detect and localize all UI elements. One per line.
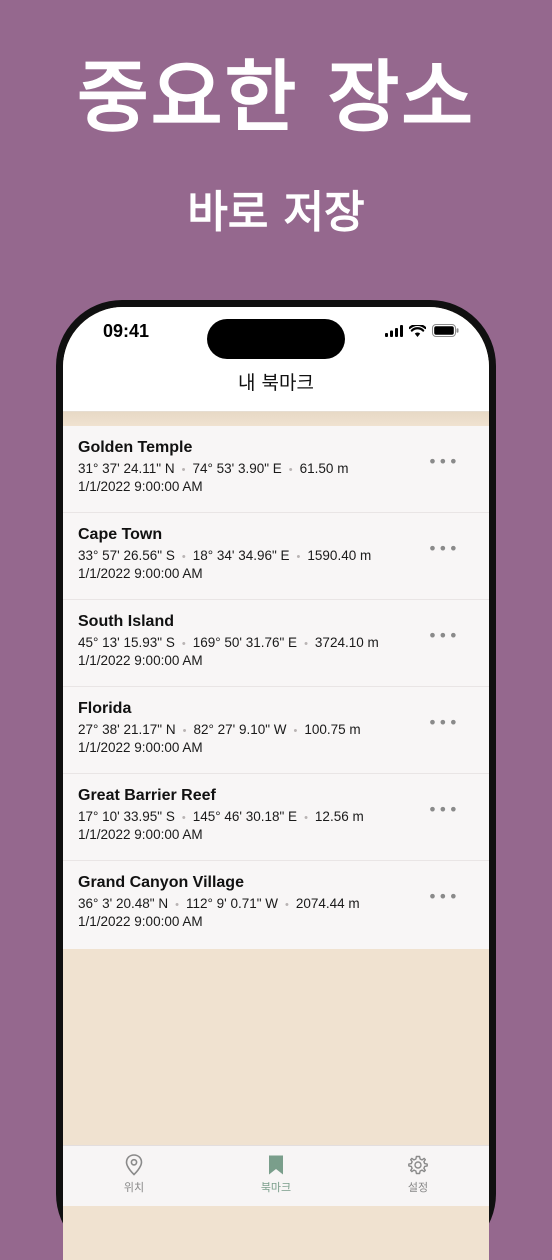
promo-subheadline: 바로 저장 — [187, 187, 365, 238]
bookmark-row[interactable]: Golden Temple 31° 37' 24.11" N • 74° 53' 3… — [63, 426, 489, 513]
page-title: 내 북마크 — [238, 372, 314, 394]
bookmark-coordinates: 45° 13' 15.93" S • 169° 50' 31.76" E • 3724.… — [78, 635, 379, 650]
separator-dot: • — [175, 899, 179, 911]
bookmark-row[interactable]: Grand Canyon Village 36° 3' 20.48" N • 112… — [63, 861, 489, 949]
status-time: 09:41 — [103, 321, 150, 341]
phone-screen: 09:41 내 북마크 Golden Temple 31° 37' 24.11"… — [63, 307, 489, 1260]
longitude: 82° 27' 9.10" W — [193, 722, 287, 737]
tab-settings[interactable]: 설정 — [347, 1146, 489, 1206]
bookmark-coordinates: 31° 37' 24.11" N • 74° 53' 3.90" E • 61.50 m — [78, 461, 348, 476]
tab-label: 북마크 — [260, 1181, 292, 1194]
battery-icon — [432, 324, 459, 337]
navigation-header: 내 북마크 — [63, 363, 489, 412]
signal-icon — [385, 324, 403, 337]
tab-bar: 위치 북마크 설정 — [63, 1145, 489, 1206]
location-pin-icon — [125, 1154, 143, 1176]
more-options-icon[interactable]: ••• — [428, 889, 459, 905]
bookmark-name: Golden Temple — [78, 439, 193, 456]
bookmark-row[interactable]: Florida 27° 38' 21.17" N • 82° 27' 9.10" W… — [63, 687, 489, 774]
separator-dot: • — [288, 464, 293, 476]
altitude: 3724.10 m — [314, 635, 379, 650]
separator-dot: • — [181, 812, 186, 824]
latitude: 45° 13' 15.93" S — [78, 635, 175, 650]
longitude: 18° 34' 34.96" E — [192, 548, 290, 563]
dynamic-island — [207, 319, 345, 359]
bookmark-name: Great Barrier Reef — [78, 787, 216, 804]
bookmark-coordinates: 27° 38' 21.17" N • 82° 27' 9.10" W • 100.75 … — [78, 722, 361, 737]
bookmark-coordinates: 36° 3' 20.48" N • 112° 9' 0.71" W • 2074.44 … — [78, 896, 360, 911]
bookmark-icon — [269, 1155, 283, 1175]
altitude: 100.75 m — [304, 722, 361, 737]
tab-bookmarks[interactable]: 북마크 — [205, 1146, 347, 1206]
promo-banner: 중요한 장소 바로 저장 — [0, 0, 552, 300]
latitude: 31° 37' 24.11" N — [78, 461, 175, 476]
separator-dot: • — [181, 638, 186, 650]
separator-dot: • — [181, 464, 186, 476]
more-options-icon[interactable]: ••• — [428, 454, 459, 470]
longitude: 112° 9' 0.71" W — [185, 896, 279, 911]
bookmark-name: Grand Canyon Village — [78, 874, 244, 891]
latitude: 27° 38' 21.17" N — [78, 722, 176, 737]
bookmark-date: 1/1/2022 9:00:00 AM — [78, 653, 203, 668]
bookmark-name: South Island — [78, 613, 174, 630]
bookmark-date: 1/1/2022 9:00:00 AM — [78, 827, 203, 842]
altitude: 12.56 m — [314, 809, 364, 824]
promo-headline: 중요한 장소 — [77, 53, 475, 143]
bookmark-date: 1/1/2022 9:00:00 AM — [78, 479, 203, 494]
separator-dot: • — [293, 725, 298, 737]
separator-dot: • — [296, 551, 301, 563]
separator-dot: • — [304, 812, 308, 824]
latitude: 36° 3' 20.48" N — [78, 896, 169, 911]
gear-icon — [408, 1155, 428, 1175]
altitude: 2074.44 m — [295, 896, 360, 911]
separator-dot: • — [304, 638, 308, 650]
bookmark-row[interactable]: Great Barrier Reef 17° 10' 33.95" S • 145°… — [63, 774, 489, 861]
bookmark-name: Florida — [78, 700, 132, 717]
wifi-icon — [409, 324, 426, 337]
phone-frame: 09:41 내 북마크 Golden Temple 31° 37' 24.11"… — [56, 300, 496, 1260]
bookmark-date: 1/1/2022 9:00:00 AM — [78, 740, 203, 755]
separator-dot: • — [285, 899, 289, 911]
bookmark-coordinates: 17° 10' 33.95" S • 145° 46' 30.18" E • 12.56… — [78, 809, 364, 824]
bookmark-row[interactable]: Cape Town 33° 57' 26.56" S • 18° 34' 34.96… — [63, 513, 489, 600]
longitude: 74° 53' 3.90" E — [192, 461, 282, 476]
bookmark-list: Golden Temple 31° 37' 24.11" N • 74° 53' 3… — [63, 426, 489, 949]
status-bar: 09:41 — [63, 307, 489, 363]
tab-label: 설정 — [407, 1181, 429, 1194]
bookmark-date: 1/1/2022 9:00:00 AM — [78, 566, 203, 581]
more-options-icon[interactable]: ••• — [428, 541, 459, 557]
bookmark-name: Cape Town — [78, 526, 163, 543]
bookmark-coordinates: 33° 57' 26.56" S • 18° 34' 34.96" E • 1590.4… — [78, 548, 371, 563]
header-shadow — [63, 412, 489, 426]
more-options-icon[interactable]: ••• — [428, 628, 459, 644]
separator-dot: • — [182, 725, 187, 737]
status-icons — [385, 324, 459, 337]
more-options-icon[interactable]: ••• — [428, 802, 459, 818]
tab-location[interactable]: 위치 — [63, 1146, 205, 1206]
separator-dot: • — [181, 551, 186, 563]
bookmark-row[interactable]: South Island 45° 13' 15.93" S • 169° 50' 3… — [63, 600, 489, 687]
longitude: 169° 50' 31.76" E — [192, 635, 298, 650]
latitude: 33° 57' 26.56" S — [78, 548, 175, 563]
more-options-icon[interactable]: ••• — [428, 715, 459, 731]
altitude: 61.50 m — [299, 461, 349, 476]
altitude: 1590.40 m — [307, 548, 372, 563]
tab-label: 위치 — [123, 1181, 145, 1194]
longitude: 145° 46' 30.18" E — [192, 809, 298, 824]
bookmark-date: 1/1/2022 9:00:00 AM — [78, 914, 203, 929]
latitude: 17° 10' 33.95" S — [78, 809, 175, 824]
